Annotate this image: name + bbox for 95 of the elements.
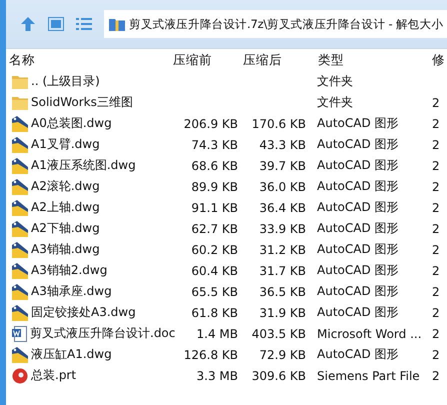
modified-cell: 2 (432, 200, 440, 214)
size-cell-text: 206.9 KB (182, 116, 238, 130)
size-cell-text: 1.4 MB (196, 326, 238, 340)
folder-icon (12, 96, 28, 110)
type-cell-text: AutoCAD 图形 (316, 283, 400, 300)
packed-size-cell-text: 33.9 KB (258, 222, 306, 236)
modified-cell: 2 (432, 368, 440, 382)
modified-cell: 2 (432, 180, 440, 194)
type-cell-text: 文件夹 (316, 94, 354, 111)
modified-cell: 2 (432, 306, 440, 320)
packed-size-cell-text: 31.7 KB (258, 264, 306, 278)
word-document-icon (12, 326, 27, 342)
size-cell-text: 91.1 KB (190, 200, 238, 214)
column-header[interactable]: 名称 (6, 52, 167, 68)
file-name[interactable]: A2下轴.dwg (31, 220, 100, 237)
type-cell-text: AutoCAD 图形 (316, 199, 400, 216)
size-cell-text: 61.8 KB (190, 306, 238, 320)
size-cell-text: 3.3 MB (196, 368, 238, 382)
type-cell-text: AutoCAD 图形 (316, 178, 400, 195)
size-cell-text: 65.5 KB (190, 284, 238, 298)
size-cell-text: 68.6 KB (190, 158, 238, 172)
size-cell-text: 89.9 KB (190, 180, 238, 194)
type-cell-text: AutoCAD 图形 (316, 115, 400, 132)
packed-size-cell-text: 31.9 KB (258, 306, 306, 320)
modified-cell: 2 (432, 138, 440, 152)
packed-size-cell-text: 403.5 KB (250, 326, 306, 340)
modified-cell: 2 (432, 264, 440, 278)
modified-cell: 2 (432, 222, 440, 236)
drawing-file-icon (12, 158, 28, 174)
archive-folder-icon (109, 17, 125, 31)
packed-size-cell-text: 43.3 KB (258, 138, 306, 152)
list-view-icon[interactable] (76, 18, 92, 30)
window-icon[interactable] (48, 17, 64, 31)
size-cell-text: 62.7 KB (190, 222, 238, 236)
file-name[interactable]: A3销轴2.dwg (31, 262, 108, 279)
file-name[interactable]: A1叉臂.dwg (31, 136, 100, 153)
size-cell-text: 60.4 KB (190, 264, 238, 278)
file-name[interactable]: A1液压系统图.dwg (31, 157, 136, 174)
file-name[interactable]: A3轴承座.dwg (31, 283, 112, 300)
packed-size-cell-text: 39.7 KB (258, 158, 306, 172)
size-cell-text: 60.2 KB (190, 242, 238, 256)
column-header[interactable]: 压缩前 (167, 52, 237, 68)
modified-cell: 2 (432, 116, 440, 130)
type-cell-text: AutoCAD 图形 (316, 241, 400, 258)
packed-size-cell-text: 36.0 KB (258, 180, 306, 194)
drawing-file-icon (12, 136, 28, 152)
file-name[interactable]: .. (上级目录) (31, 73, 100, 90)
type-cell-text: AutoCAD 图形 (316, 157, 400, 174)
modified-cell: 2 (432, 96, 440, 110)
file-name[interactable]: A2滚轮.dwg (31, 178, 100, 195)
drawing-file-icon (12, 178, 28, 194)
modified-cell: 2 (432, 242, 440, 256)
file-name[interactable]: SolidWorks三维图 (31, 94, 133, 111)
type-cell-text: AutoCAD 图形 (316, 304, 400, 321)
packed-size-cell-text: 309.6 KB (250, 368, 306, 382)
drawing-file-icon (12, 200, 28, 216)
file-name[interactable]: A2上轴.dwg (31, 199, 100, 216)
packed-size-cell-text: 31.2 KB (258, 242, 306, 256)
part-file-icon (12, 368, 28, 384)
modified-cell: 2 (432, 284, 440, 298)
size-cell-text: 126.8 KB (182, 348, 238, 362)
up-arrow-icon[interactable] (20, 16, 36, 32)
packed-size-cell-text: 36.5 KB (258, 284, 306, 298)
drawing-file-icon (12, 346, 28, 362)
packed-size-cell-text: 170.6 KB (250, 116, 306, 130)
drawing-file-icon (12, 284, 28, 300)
drawing-file-icon (12, 304, 28, 320)
drawing-file-icon (12, 262, 28, 278)
file-name[interactable]: A0总装图.dwg (31, 115, 112, 132)
folder-icon (12, 74, 28, 88)
modified-cell: 2 (432, 348, 440, 362)
drawing-file-icon (12, 116, 28, 132)
type-cell-text: Microsoft Word ... (316, 326, 423, 340)
file-name[interactable]: 固定铰接处A3.dwg (31, 304, 136, 321)
type-cell-text: AutoCAD 图形 (316, 346, 400, 363)
modified-cell: 2 (432, 158, 440, 172)
column-header[interactable]: 类型 (307, 52, 432, 68)
type-cell-text: 文件夹 (316, 73, 354, 90)
file-name[interactable]: 剪叉式液压升降台设计.doc (30, 325, 176, 342)
size-cell-text: 74.3 KB (190, 138, 238, 152)
address-bar[interactable]: 剪叉式液压升降台设计.7z\剪叉式液压升降台设计 - 解包大小 (104, 10, 447, 38)
packed-size-cell-text: 72.9 KB (258, 348, 306, 362)
drawing-file-icon (12, 242, 28, 258)
drawing-file-icon (12, 220, 28, 236)
type-cell-text: Siemens Part File (316, 368, 421, 382)
type-cell-text: AutoCAD 图形 (316, 136, 400, 153)
packed-size-cell-text: 36.4 KB (258, 200, 306, 214)
file-name[interactable]: 总装.prt (31, 367, 76, 384)
column-header[interactable]: 压缩后 (237, 52, 307, 68)
column-header[interactable]: 修 (432, 52, 445, 68)
type-cell-text: AutoCAD 图形 (316, 220, 400, 237)
modified-cell: 2 (432, 326, 440, 340)
type-cell-text: AutoCAD 图形 (316, 262, 400, 279)
file-name[interactable]: A3销轴.dwg (31, 241, 100, 258)
file-name[interactable]: 液压缸A1.dwg (31, 346, 112, 363)
